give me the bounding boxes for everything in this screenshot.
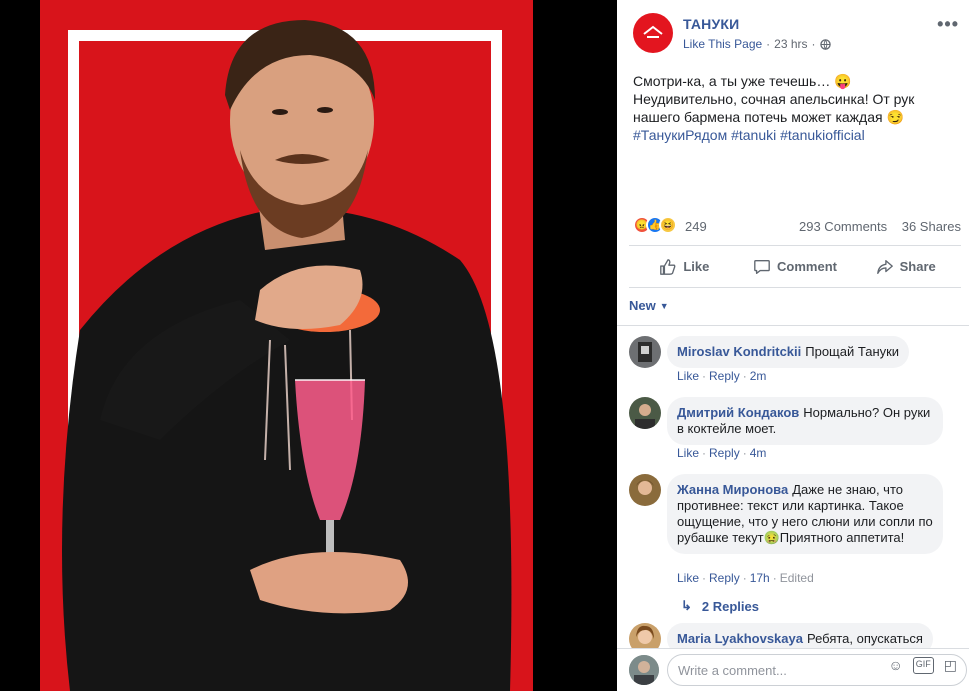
meta-separator: · (742, 446, 747, 460)
thumbs-up-icon (660, 258, 676, 275)
post-actions: Like Comment Share (629, 245, 961, 288)
haha-reaction-icon: 😆 (659, 216, 677, 234)
share-label: Share (899, 259, 936, 274)
meta-separator: · (766, 37, 771, 51)
comment-actions: Like · Reply · 2m (677, 369, 766, 383)
meta-separator: · (702, 571, 707, 585)
comment-label: Comment (777, 259, 837, 274)
avatar[interactable] (629, 397, 661, 429)
comment-reply-link[interactable]: Reply (709, 369, 740, 383)
gif-icon[interactable]: GIF (912, 657, 934, 674)
comment-time[interactable]: 4m (750, 446, 767, 460)
meta-separator: · (742, 571, 747, 585)
meta-separator: · (702, 369, 707, 383)
tanuki-logo-icon (643, 25, 663, 38)
divider (617, 325, 969, 326)
comment-author[interactable]: Maria Lyakhovskaya (677, 631, 803, 646)
page-name[interactable]: ТАНУКИ (683, 16, 739, 32)
post-time[interactable]: 23 hrs (774, 37, 807, 51)
comment-reply-link[interactable]: Reply (709, 446, 740, 460)
comment-time[interactable]: 17h (750, 571, 770, 585)
meta-separator: · (772, 571, 777, 585)
post-photo[interactable] (40, 0, 533, 691)
comment-actions: Like · Reply · 4m (677, 446, 766, 460)
post-header: ТАНУКИ Like This Page · 23 hrs · ••• (617, 0, 969, 62)
comment-placeholder: Write a comment... (678, 662, 787, 678)
reactions-bar: 😠 👍 😆 249 293 Comments 36 Shares (633, 216, 961, 236)
globe-icon (819, 38, 831, 50)
edited-label[interactable]: Edited (780, 571, 814, 585)
comment-button[interactable]: Comment (740, 246, 851, 287)
replies-label: 2 Replies (701, 598, 759, 614)
comment-like-link[interactable]: Like (677, 571, 699, 585)
post-panel: ТАНУКИ Like This Page · 23 hrs · ••• Смо… (617, 0, 969, 691)
post-meta: Like This Page · 23 hrs · (683, 37, 831, 51)
view-replies-link[interactable]: ↳ 2 Replies (681, 598, 759, 614)
comment-reply-link[interactable]: Reply (709, 571, 740, 585)
comment-bubble: Miroslav Kondritckii Прощай Тануки (667, 336, 910, 368)
comment-like-link[interactable]: Like (677, 369, 699, 383)
comment-author[interactable]: Жанна Миронова (677, 482, 788, 497)
bartender-illustration (62, 20, 512, 691)
comment-bubble: Дмитрий Кондаков Нормально? Он руки в кок… (667, 397, 943, 445)
more-options-icon[interactable]: ••• (937, 14, 959, 35)
meta-separator: · (811, 37, 816, 51)
post-text-line: Смотри-ка, а ты уже течешь… 😛 (633, 73, 852, 89)
comment-icon (754, 259, 770, 274)
photo-viewer (0, 0, 617, 691)
post-hashtags[interactable]: #ТанукиРядом #tanuki #tanukiofficial (633, 126, 953, 144)
meta-separator: · (702, 446, 707, 460)
comments-count[interactable]: 293 Comments (799, 219, 887, 234)
like-button[interactable]: Like (629, 246, 740, 287)
page-avatar[interactable] (633, 13, 673, 53)
comment-author[interactable]: Дмитрий Кондаков (677, 405, 799, 420)
avatar[interactable] (629, 336, 661, 368)
shares-count[interactable]: 36 Shares (902, 219, 961, 234)
comment-like-link[interactable]: Like (677, 446, 699, 460)
chevron-down-icon: ▼ (659, 300, 669, 311)
avatar (629, 655, 659, 685)
post-text: Смотри-ка, а ты уже течешь… 😛 Неудивител… (633, 72, 953, 144)
comment-bubble: Жанна Миронова Даже не знаю, что противне… (667, 474, 943, 554)
comment-text: Ребята, опускаться (806, 631, 923, 646)
post-text-line: Неудивительно, сочная апельсинка! От рук… (633, 91, 915, 125)
sticker-icon[interactable]: ◰ (944, 657, 957, 674)
share-icon (876, 259, 893, 274)
composer-icons: ☺ GIF ◰ (888, 657, 957, 674)
reaction-icons[interactable]: 😠 👍 😆 (633, 216, 677, 234)
avatar[interactable] (629, 474, 661, 506)
comment-author[interactable]: Miroslav Kondritckii (677, 344, 801, 359)
comment-composer: Write a comment... ☺ GIF ◰ (617, 648, 969, 691)
share-button[interactable]: Share (850, 246, 961, 287)
comment-text: Прощай Тануки (805, 344, 900, 359)
comment-sort-dropdown[interactable]: New ▼ (629, 298, 669, 313)
comment-actions: Like · Reply · 17h · Edited (677, 571, 814, 585)
reply-arrow-icon: ↳ (681, 598, 692, 613)
sort-label: New (629, 298, 656, 313)
meta-separator: · (742, 369, 747, 383)
emoji-icon[interactable]: ☺ (888, 657, 902, 674)
comment-time[interactable]: 2m (750, 369, 767, 383)
like-page-link[interactable]: Like This Page (683, 37, 762, 51)
reaction-count[interactable]: 249 (685, 219, 707, 234)
like-label: Like (683, 259, 710, 274)
